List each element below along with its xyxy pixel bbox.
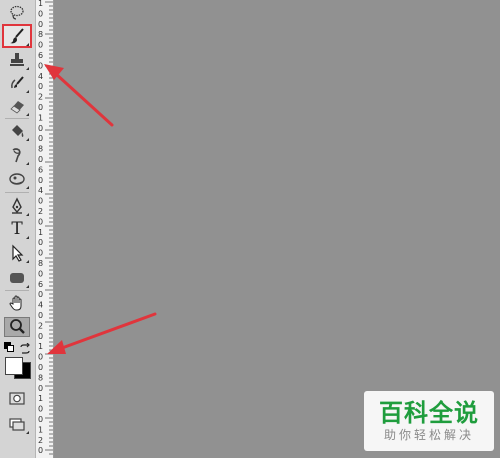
ruler-label: 1 xyxy=(38,113,43,122)
quick-mask-icon xyxy=(9,392,25,405)
ruler-label: 0 xyxy=(38,311,43,320)
ruler-label: 8 xyxy=(38,145,43,154)
magnifier-icon xyxy=(10,319,25,334)
stamp-icon xyxy=(10,53,24,66)
ruler-label: 0 xyxy=(38,415,43,424)
lasso-tool[interactable] xyxy=(4,2,30,22)
ruler-label: 0 xyxy=(38,363,43,372)
lasso-icon xyxy=(10,5,24,20)
ruler-label: 0 xyxy=(38,197,43,206)
ruler-label: 6 xyxy=(38,165,43,174)
history-brush-tool[interactable] xyxy=(4,73,30,93)
ruler-label: 2 xyxy=(38,93,43,102)
ruler-label: 0 xyxy=(38,238,43,247)
watermark: 百科全说 助你轻松解决 xyxy=(364,391,494,451)
ruler-label: 8 xyxy=(38,30,43,39)
ruler-label: 0 xyxy=(38,41,43,50)
ruler-label: 0 xyxy=(38,269,43,278)
ruler-label: 0 xyxy=(38,124,43,133)
ruler-label: 0 xyxy=(38,134,43,143)
ruler-label: 0 xyxy=(38,103,43,112)
screen-mode-icon xyxy=(9,418,25,431)
ruler-label: 4 xyxy=(38,72,43,81)
ruler-label: 1 xyxy=(38,342,43,351)
annotation-arrows xyxy=(44,64,157,354)
shape-tool[interactable] xyxy=(4,268,30,288)
pen-tool[interactable] xyxy=(4,196,30,216)
ruler-label: 4 xyxy=(38,301,43,310)
toolbox-divider xyxy=(5,290,29,291)
type-icon: T xyxy=(11,219,23,239)
path-selection-tool[interactable] xyxy=(4,243,30,263)
eraser-icon xyxy=(10,101,24,114)
ruler-label: 0 xyxy=(38,9,43,18)
annotation-arrow-bottom xyxy=(47,312,157,354)
default-colors-icon[interactable] xyxy=(4,342,14,352)
toolbox: T xyxy=(0,0,36,458)
toolbox-divider xyxy=(5,192,29,193)
ruler-label: 0 xyxy=(38,290,43,299)
ruler-ticks: 1008060402010080604020100806040201008010… xyxy=(38,0,53,455)
ruler-label: 0 xyxy=(38,384,43,393)
ruler-label: 0 xyxy=(38,20,43,29)
ruler-label: 0 xyxy=(38,332,43,341)
ruler-label: 1 xyxy=(38,394,43,403)
hand-tool[interactable] xyxy=(4,293,30,313)
quick-mask-button[interactable] xyxy=(4,389,30,409)
swap-colors-icon[interactable] xyxy=(19,340,31,354)
ruler-label: 0 xyxy=(38,217,43,226)
ruler-label: 2 xyxy=(38,321,43,330)
ruler-label: 0 xyxy=(38,249,43,258)
vertical-ruler[interactable]: 1008060402010080604020100806040201008010… xyxy=(36,0,54,458)
ruler-label: 1 xyxy=(38,228,43,237)
ruler-label: 2 xyxy=(38,207,43,216)
watermark-subtitle: 助你轻松解决 xyxy=(383,428,474,442)
sponge-tool[interactable] xyxy=(4,169,30,189)
ruler-label: 0 xyxy=(38,155,43,164)
paint-bucket-icon xyxy=(12,125,24,137)
ruler-label: 0 xyxy=(38,82,43,91)
ruler-label: 8 xyxy=(38,373,43,382)
toolbox-divider xyxy=(5,118,29,119)
sponge-icon xyxy=(9,173,25,185)
history-brush-icon xyxy=(11,76,24,89)
clone-stamp-tool[interactable] xyxy=(4,50,30,70)
burn-tool[interactable] xyxy=(4,145,30,165)
zoom-tool[interactable] xyxy=(4,317,30,337)
ruler-label: 0 xyxy=(38,176,43,185)
ruler-label: 6 xyxy=(38,51,43,60)
pen-icon xyxy=(12,197,22,214)
arrow-icon xyxy=(12,244,24,262)
burn-icon xyxy=(12,148,21,163)
hand-icon xyxy=(9,295,22,311)
screen-mode-button[interactable] xyxy=(4,414,30,434)
ruler-label: 0 xyxy=(38,61,43,70)
type-tool[interactable]: T xyxy=(4,219,30,239)
ruler-label: 0 xyxy=(38,353,43,362)
watermark-title: 百科全说 xyxy=(379,399,479,427)
ruler-label: 1 xyxy=(38,0,43,8)
ruler-label: 8 xyxy=(38,259,43,268)
ruler-label: 2 xyxy=(38,436,43,445)
ruler-label: 1 xyxy=(38,425,43,434)
foreground-color-swatch[interactable] xyxy=(5,357,23,375)
ruler-label: 4 xyxy=(38,186,43,195)
annotation-arrow-top xyxy=(44,64,114,127)
rounded-rect-icon xyxy=(10,273,24,283)
eraser-tool[interactable] xyxy=(4,96,30,116)
paint-bucket-tool[interactable] xyxy=(4,121,30,141)
ruler-label: 0 xyxy=(38,405,43,414)
ruler-label: 0 xyxy=(38,446,43,455)
ruler-label: 6 xyxy=(38,280,43,289)
brush-tool[interactable] xyxy=(2,24,32,48)
brush-icon xyxy=(10,28,24,44)
